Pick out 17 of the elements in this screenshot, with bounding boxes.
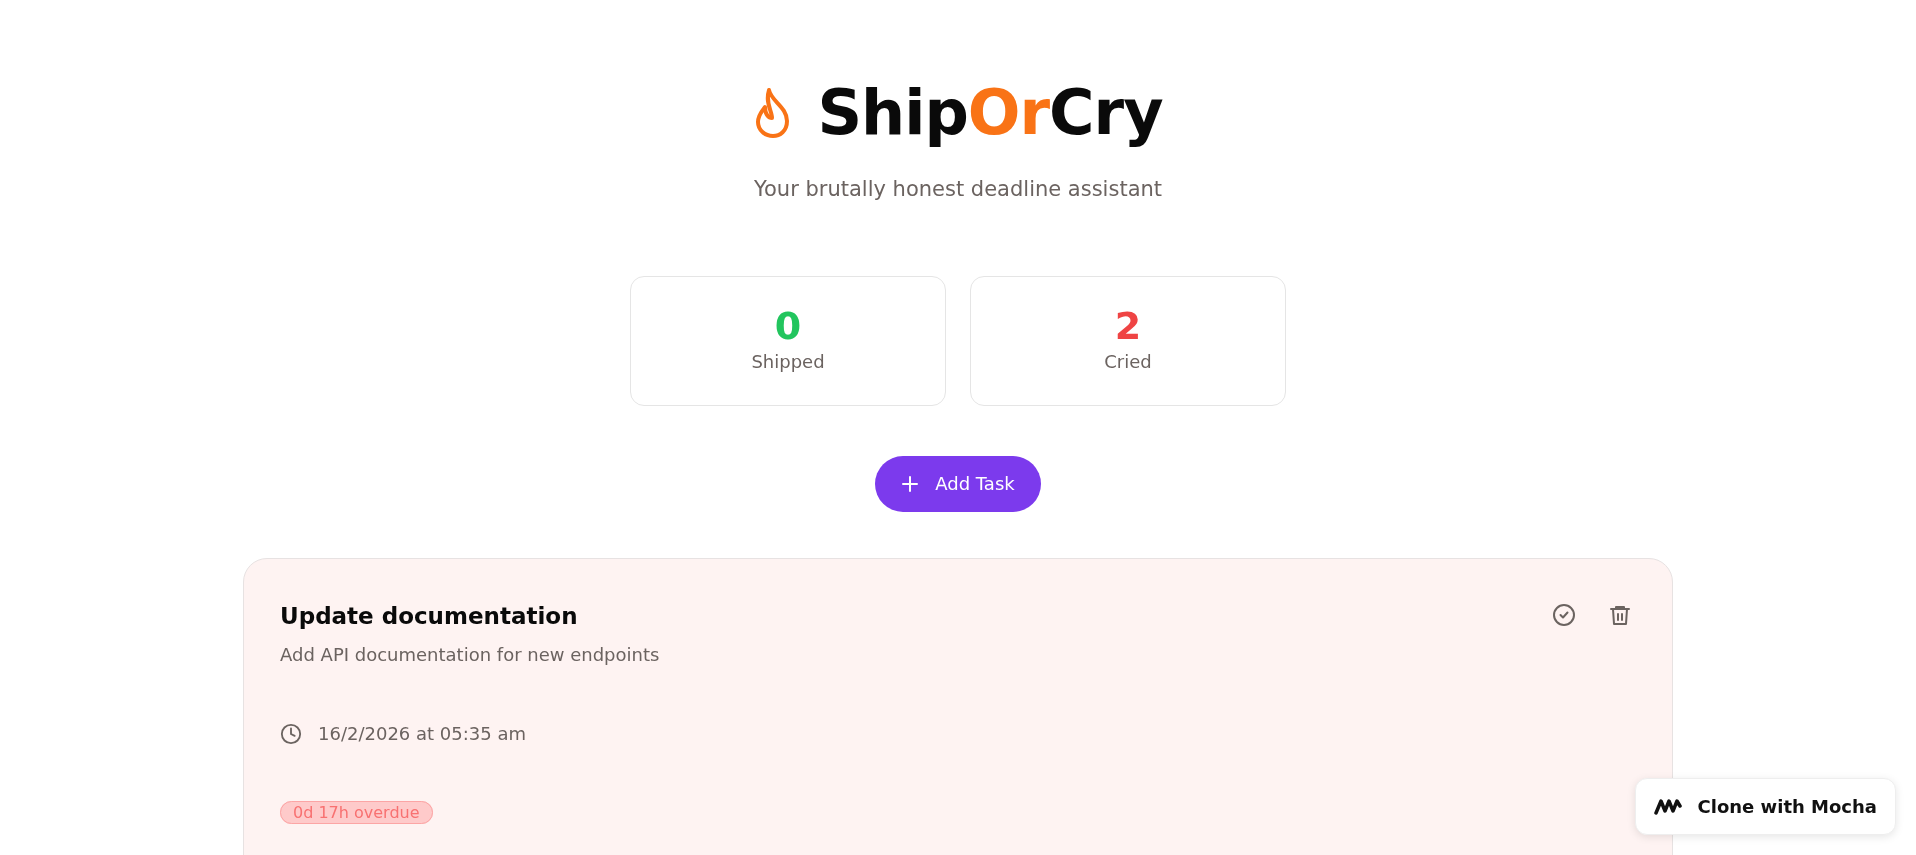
stat-label: Shipped: [751, 350, 825, 375]
stat-value: 2: [1114, 306, 1142, 349]
task-description: Add API documentation for new endpoints: [280, 643, 660, 668]
overdue-tag: 0d 17h overdue: [280, 801, 433, 825]
check-circle-icon: [1552, 603, 1576, 628]
clone-button[interactable]: Clone with Mocha: [1634, 778, 1896, 835]
task-title: Update documentation: [280, 601, 579, 631]
mocha-logo-icon: [1653, 797, 1682, 816]
add-task-button[interactable]: Add Task: [875, 455, 1041, 512]
plus-icon: [901, 474, 920, 493]
deadline-text: 16/2/2026 at 05:35 am: [318, 722, 526, 747]
trash-icon: [1608, 603, 1632, 628]
stat-value: 0: [774, 306, 802, 349]
subtitle: Your brutally honest deadline assistant: [753, 176, 1163, 204]
clock-icon: [280, 722, 302, 745]
app-title: ShipOrCry: [817, 76, 1163, 151]
stat-label: Cried: [1104, 350, 1152, 375]
